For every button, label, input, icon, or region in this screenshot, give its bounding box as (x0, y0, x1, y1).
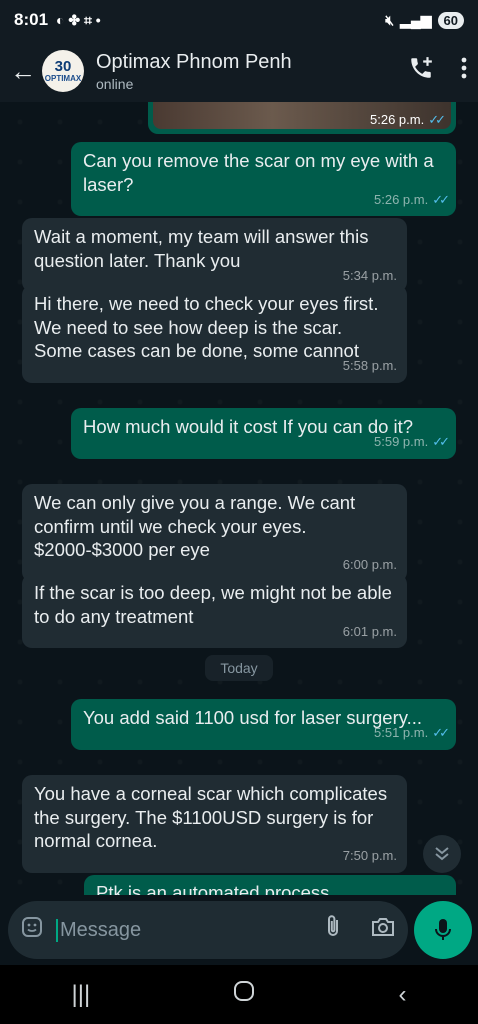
status-time: 8:01 (14, 10, 49, 29)
message-text: You have a corneal scar which complicate… (34, 783, 388, 851)
message-text: If the scar is too deep, we might not be… (34, 582, 392, 627)
battery-indicator: 60 (437, 11, 464, 29)
camera-icon[interactable] (370, 916, 396, 944)
message-input-box[interactable] (8, 901, 408, 959)
signal-icon: ▂▄▆ (400, 11, 432, 28)
more-vertical-icon[interactable] (460, 56, 468, 86)
message-time: 6:00 p.m. (342, 557, 397, 572)
message-bubble[interactable]: How much would it cost If you can do it?… (71, 408, 456, 459)
composer (0, 895, 478, 965)
message-time: 5:26 p.m. ✓✓ (370, 112, 446, 127)
paperclip-icon[interactable] (322, 914, 344, 946)
chat-name: Optimax Phnom Penh (96, 50, 292, 73)
message-text: You add said 1100 usd for laser surgery.… (83, 707, 423, 728)
message-text: Ptk is an automated process (96, 882, 330, 895)
notification-icons: ◐ ✤ ⌗ • (56, 11, 101, 28)
message-text: We can only give you a range. We cant co… (34, 492, 356, 560)
read-ticks-icon: ✓✓ (432, 725, 450, 740)
read-ticks-icon: ✓✓ (432, 434, 450, 449)
phone-plus-icon[interactable] (408, 55, 434, 87)
message-input[interactable] (56, 918, 276, 942)
message-time: 7:50 p.m. (342, 848, 397, 863)
avatar[interactable]: 30 OPTIMAX (42, 50, 84, 92)
message-time: 6:01 p.m. (342, 623, 397, 639)
chat-title-area[interactable]: Optimax Phnom Penh online (96, 51, 292, 92)
message-bubble[interactable]: You add said 1100 usd for laser surgery.… (71, 699, 456, 750)
message-bubble[interactable]: Ptk is an automated process (84, 875, 456, 895)
arrow-left-icon[interactable]: ← (10, 56, 38, 87)
message-bubble[interactable]: You have a corneal scar which complicate… (22, 775, 407, 873)
message-time: 5:58 p.m. (342, 358, 397, 373)
message-text: How much would it cost If you can do it? (83, 416, 414, 437)
image-message[interactable]: 5:26 p.m. ✓✓ (148, 102, 456, 134)
date-chip: Today (205, 655, 273, 681)
message-bubble[interactable]: If the scar is too deep, we might not be… (22, 574, 407, 648)
message-bubble[interactable]: We can only give you a range. We cant co… (22, 484, 407, 582)
message-time: 5:26 p.m. ✓✓ (374, 191, 450, 207)
chat-status: online (96, 75, 134, 92)
chat-header: ← 30 OPTIMAX Optimax Phnom Penh online (0, 40, 478, 102)
message-text: Wait a moment, my team will answer this … (34, 226, 369, 271)
chat-area[interactable]: 5:26 p.m. ✓✓ Can you remove the scar on m… (0, 102, 478, 895)
message-text: Hi there, we need to check your eyes fir… (34, 293, 379, 361)
home-icon[interactable] (233, 980, 255, 1009)
message-bubble[interactable]: Wait a moment, my team will answer this … (22, 218, 407, 292)
microphone-icon[interactable] (414, 901, 472, 959)
message-time: 5:51 p.m. ✓✓ (374, 725, 450, 740)
message-bubble[interactable]: Hi there, we need to check your eyes fir… (22, 285, 407, 383)
message-time: 5:59 p.m. ✓✓ (374, 434, 450, 449)
sticker-icon[interactable] (20, 915, 50, 945)
mute-icon: 🔇︎ (385, 11, 395, 28)
message-time: 5:34 p.m. (342, 267, 397, 283)
read-ticks-icon: ✓✓ (432, 191, 450, 207)
message-bubble[interactable]: Can you remove the scar on my eye with a… (71, 142, 456, 216)
status-bar: 8:01 ◐ ✤ ⌗ • 🔇︎ ▂▄▆ 60 (0, 0, 478, 40)
recent-apps-icon[interactable]: ||| (72, 981, 91, 1009)
system-nav-bar: ||| ‹ (0, 965, 478, 1024)
read-ticks-icon: ✓✓ (428, 112, 446, 127)
double-chevron-down-icon[interactable] (423, 835, 461, 873)
back-nav-icon[interactable]: ‹ (398, 981, 406, 1009)
